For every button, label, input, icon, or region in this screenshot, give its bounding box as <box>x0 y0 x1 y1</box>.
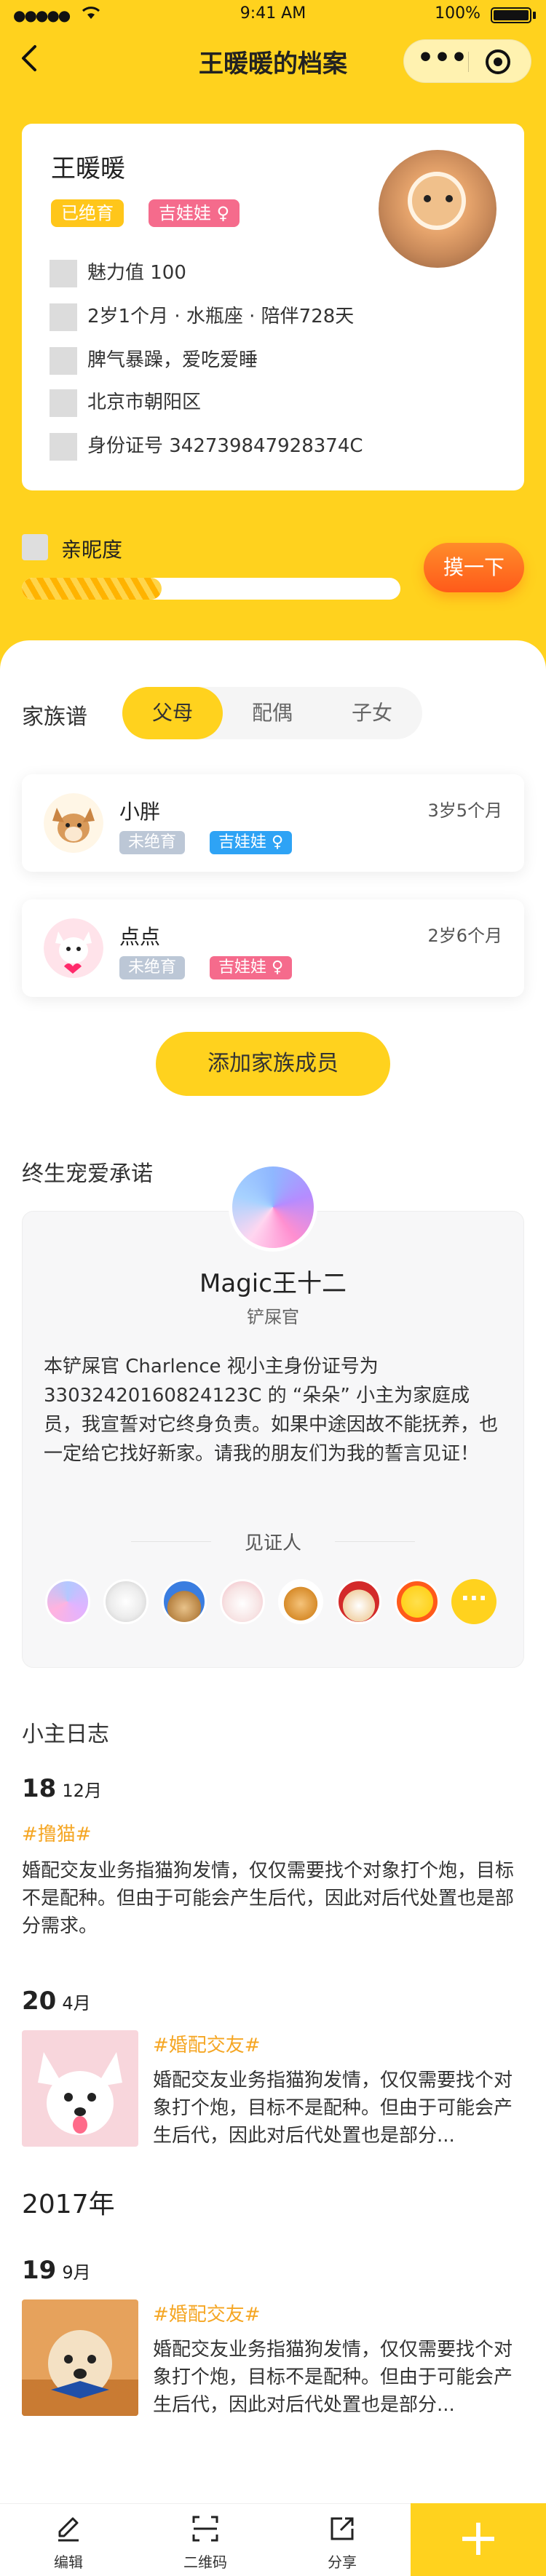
info-age-text: 2岁1个月 · 水瓶座 · 陪伴728天 <box>87 306 355 327</box>
witness-label: 见证人 <box>244 1533 301 1554</box>
member-tag-neutered: 未绝育 <box>119 831 186 854</box>
year-label: 2017年 <box>22 2190 115 2219</box>
member-age: 2岁6个月 <box>427 926 502 946</box>
log-day: 20 <box>22 1987 57 2016</box>
temper-icon <box>50 346 77 375</box>
log-tag[interactable]: #婚配交友# <box>153 2299 261 2326</box>
member-name: 点点 <box>119 925 161 949</box>
mini-program-capsule: ••• <box>403 39 531 83</box>
close-target-icon[interactable] <box>486 49 510 74</box>
log-date: 20 4月 <box>22 1987 91 2016</box>
info-id-text: 身份证号 342739847928374C <box>87 435 363 457</box>
more-witnesses-button[interactable]: ··· <box>451 1579 496 1624</box>
intimacy-bar-fill <box>22 578 162 600</box>
member-avatar <box>44 918 103 978</box>
member-tag-breed: 吉娃娃 ♀ <box>210 956 293 979</box>
witness-avatar[interactable] <box>395 1579 440 1624</box>
info-age: 2岁1个月 · 水瓶座 · 陪伴728天 <box>50 301 354 332</box>
log-text: 婚配交友业务指猫狗发情，仅仅需要找个对象打个炮，目标不是配种。但由于可能会产生后… <box>153 2070 513 2147</box>
qrcode-button[interactable]: 二维码 <box>154 2504 256 2576</box>
battery-percent: 100% <box>435 4 480 23</box>
log-day: 18 <box>22 1774 57 1803</box>
share-icon <box>328 2514 357 2543</box>
family-member-card[interactable]: 小胖 3岁5个月 未绝育 吉娃娃 ♀ <box>22 774 524 872</box>
pet-name: 王暖暖 <box>51 154 125 183</box>
info-temper: 脾气暴躁，爱吃爱睡 <box>50 345 258 375</box>
add-button[interactable]: + <box>411 2503 546 2576</box>
witness-avatar[interactable] <box>336 1579 381 1624</box>
diary-title: 小主日志 <box>22 1722 109 1747</box>
tab-spouse[interactable]: 配偶 <box>222 687 323 739</box>
log-text: 婚配交友业务指猫狗发情，仅仅需要找个对象打个炮，目标不是配种。但由于可能会产生后… <box>22 1860 515 1937</box>
battery-tip <box>533 12 536 19</box>
pet-avatar[interactable] <box>379 150 496 268</box>
nav-bar: 王暖暖的档案 ••• <box>0 29 546 92</box>
log-month: 9月 <box>62 2262 91 2283</box>
profile-card: 王暖暖 已绝育 吉娃娃 ♀ 魅力值 100 2岁1个月 · 水瓶座 · 陪伴72… <box>22 124 524 490</box>
edit-icon <box>54 2514 83 2543</box>
witness-avatar[interactable] <box>220 1579 265 1624</box>
witness-avatar[interactable] <box>103 1579 149 1624</box>
id-icon <box>50 432 77 461</box>
member-tag-neutered: 未绝育 <box>119 956 186 979</box>
intimacy-icon <box>22 534 48 560</box>
tag-breed: 吉娃娃 ♀ <box>149 199 240 227</box>
pledge-text: 本铲屎官 Charlence 视小主身份证号为 3303242016082412… <box>44 1356 499 1465</box>
status-bar: ●●●●● 9:41 AM 100% <box>0 0 546 29</box>
capsule-divider <box>468 52 469 72</box>
owner-name: Magic王十二 <box>199 1269 347 1298</box>
log-tag[interactable]: #婚配交友# <box>153 2030 261 2057</box>
qrcode-label: 二维码 <box>183 2553 227 2571</box>
dog-face-icon <box>408 172 466 230</box>
witness-avatar[interactable] <box>162 1579 207 1624</box>
member-name: 小胖 <box>119 800 161 824</box>
add-family-member-button[interactable]: 添加家族成员 <box>156 1032 390 1096</box>
tab-children[interactable]: 子女 <box>322 687 422 739</box>
info-charm-text: 魅力值 100 <box>87 262 186 284</box>
intimacy-label: 亲昵度 <box>61 538 123 562</box>
log-text: 婚配交友业务指猫狗发情，仅仅需要找个对象打个炮，目标不是配种。但由于可能会产生后… <box>153 2339 513 2416</box>
edit-label: 编辑 <box>54 2553 83 2571</box>
info-temper-text: 脾气暴躁，爱吃爱睡 <box>87 349 258 371</box>
pledge-title: 终生宠爱承诺 <box>22 1161 153 1187</box>
family-label: 家族谱 <box>22 704 87 730</box>
edit-button[interactable]: 编辑 <box>17 2504 119 2576</box>
charm-icon <box>50 259 77 287</box>
member-age: 3岁5个月 <box>427 800 502 821</box>
log-date: 19 9月 <box>22 2256 91 2285</box>
owner-role: 铲屎官 <box>247 1307 299 1327</box>
witness-avatar[interactable] <box>278 1579 323 1624</box>
intimacy-bar <box>22 578 400 600</box>
log-tag[interactable]: #撸猫# <box>22 1819 92 1846</box>
member-tag-breed: 吉娃娃 ♀ <box>210 831 293 854</box>
family-tabs: 父母 配偶 子女 <box>122 687 422 739</box>
log-day: 19 <box>22 2256 57 2285</box>
info-location: 北京市朝阳区 <box>50 387 201 418</box>
witness-avatar[interactable] <box>45 1579 90 1624</box>
divider <box>335 1541 415 1542</box>
share-label: 分享 <box>328 2553 357 2571</box>
log-photo[interactable] <box>22 2030 138 2147</box>
log-month: 12月 <box>62 1781 102 1801</box>
age-icon <box>50 303 77 331</box>
qrcode-icon <box>191 2514 220 2543</box>
more-icon[interactable]: ••• <box>417 45 467 75</box>
log-photo[interactable] <box>22 2299 138 2416</box>
tab-parents[interactable]: 父母 <box>122 687 223 739</box>
tag-neutered: 已绝育 <box>51 199 124 227</box>
share-button[interactable]: 分享 <box>291 2504 393 2576</box>
log-month: 4月 <box>62 1993 91 2014</box>
battery-icon <box>491 7 531 23</box>
info-location-text: 北京市朝阳区 <box>87 391 202 413</box>
info-charm: 魅力值 100 <box>50 258 186 288</box>
member-avatar <box>44 793 103 853</box>
info-id: 身份证号 342739847928374C <box>50 431 363 461</box>
owner-avatar[interactable] <box>229 1163 317 1252</box>
location-icon <box>50 389 77 417</box>
pat-button[interactable]: 摸一下 <box>424 543 524 592</box>
log-date: 18 12月 <box>22 1774 102 1803</box>
family-member-card[interactable]: 点点 2岁6个月 未绝育 吉娃娃 ♀ <box>22 899 524 997</box>
